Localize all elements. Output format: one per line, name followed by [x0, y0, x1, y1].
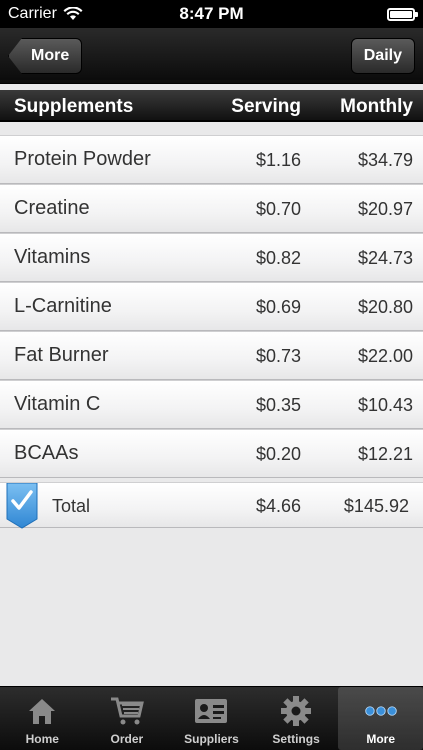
gear-icon: [279, 694, 313, 728]
tab-label: Home: [25, 732, 59, 746]
table-row[interactable]: L-Carnitine $0.69 $20.80: [0, 282, 423, 331]
total-serving: $4.66: [255, 496, 301, 516]
tab-bar: Home Order Suppliers Settings More: [0, 686, 423, 750]
row-serving: $0.70: [255, 199, 301, 219]
row-name: BCAAs: [14, 442, 79, 464]
row-monthly: $22.00: [357, 346, 413, 366]
row-monthly: $20.97: [357, 199, 413, 219]
total-row[interactable]: Total $4.66 $145.92: [0, 482, 423, 529]
header-supplements: Supplements: [14, 96, 134, 117]
table-header: Supplements Serving Monthly: [0, 90, 423, 122]
tab-more[interactable]: More: [338, 687, 423, 750]
table-row[interactable]: Creatine $0.70 $20.97: [0, 184, 423, 233]
table-row[interactable]: BCAAs $0.20 $12.21: [0, 429, 423, 478]
row-serving: $0.35: [255, 395, 301, 415]
row-monthly: $12.21: [357, 444, 413, 464]
header-serving: Serving: [231, 96, 301, 117]
table-row[interactable]: Protein Powder $1.16 $34.79: [0, 135, 423, 184]
row-name: Fat Burner: [14, 344, 109, 366]
tab-order[interactable]: Order: [85, 687, 170, 750]
tab-settings[interactable]: Settings: [254, 687, 339, 750]
battery-icon: [387, 7, 418, 21]
row-name: Protein Powder: [14, 148, 151, 170]
tab-label: Settings: [272, 732, 320, 746]
row-serving: $1.16: [255, 150, 301, 170]
row-serving: $0.82: [255, 248, 301, 268]
row-monthly: $10.43: [357, 395, 413, 415]
back-button[interactable]: More: [8, 38, 83, 74]
row-monthly: $34.79: [357, 150, 413, 170]
cart-icon: [110, 694, 144, 728]
tab-label: More: [366, 732, 395, 746]
wifi-icon: [63, 7, 83, 20]
row-serving: $0.73: [255, 346, 301, 366]
row-name: Vitamins: [14, 246, 91, 268]
status-left: Carrier: [8, 5, 83, 23]
table-row[interactable]: Vitamins $0.82 $24.73: [0, 233, 423, 282]
contact-card-icon: [194, 694, 228, 728]
row-monthly: $24.73: [357, 248, 413, 268]
home-icon: [25, 694, 59, 728]
row-name: L-Carnitine: [14, 295, 112, 317]
table-row[interactable]: Fat Burner $0.73 $22.00: [0, 331, 423, 380]
table-row[interactable]: Vitamin C $0.35 $10.43: [0, 380, 423, 429]
daily-button[interactable]: Daily: [350, 38, 415, 74]
tab-label: Order: [110, 732, 144, 746]
tab-label: Suppliers: [184, 732, 239, 746]
checkmark-badge-icon: [6, 483, 38, 529]
total-monthly: $145.92: [343, 496, 409, 516]
tab-home[interactable]: Home: [0, 687, 85, 750]
supplement-list: Protein Powder $1.16 $34.79 Creatine $0.…: [0, 135, 423, 478]
row-name: Creatine: [14, 197, 90, 219]
row-name: Vitamin C: [14, 393, 101, 415]
row-monthly: $20.80: [357, 297, 413, 317]
total-label: Total: [52, 496, 91, 516]
row-serving: $0.20: [255, 444, 301, 464]
more-dots-icon: [364, 694, 398, 728]
row-serving: $0.69: [255, 297, 301, 317]
status-bar: Carrier 8:47 PM: [0, 0, 423, 28]
header-monthly: Monthly: [340, 96, 413, 117]
tab-suppliers[interactable]: Suppliers: [169, 687, 254, 750]
carrier-label: Carrier: [8, 5, 57, 22]
navigation-bar: More Daily: [0, 28, 423, 84]
